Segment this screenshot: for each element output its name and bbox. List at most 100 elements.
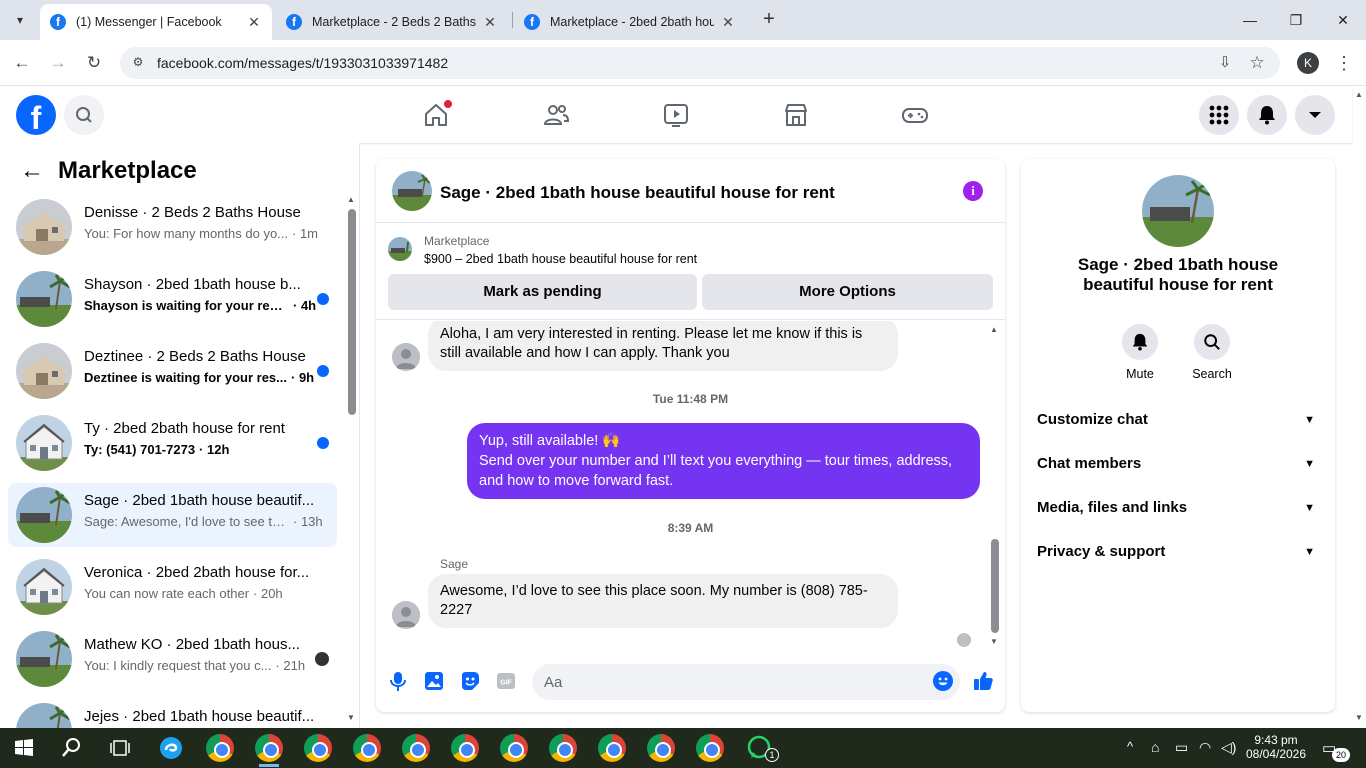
friends-icon[interactable] <box>542 101 570 129</box>
profile-avatar[interactable]: K <box>1297 52 1319 74</box>
chrome-taskbar-icon[interactable] <box>304 734 332 762</box>
listing-thumbnail[interactable] <box>388 237 412 261</box>
reload-icon[interactable]: ↻ <box>82 51 106 75</box>
chrome-taskbar-icon[interactable] <box>500 734 528 762</box>
chat-list-item[interactable]: Jejes · 2bed 1bath house beautif... <box>8 699 337 728</box>
forward-icon[interactable]: → <box>46 51 70 75</box>
mark-as-pending-button[interactable]: Mark as pending <box>388 274 697 310</box>
photo-icon[interactable] <box>423 670 445 692</box>
scroll-down-icon[interactable]: ▼ <box>990 637 998 646</box>
mute-action[interactable]: Mute <box>1112 324 1168 381</box>
microphone-icon[interactable] <box>387 670 409 692</box>
gaming-icon[interactable] <box>901 101 929 129</box>
tab-close-icon[interactable]: ✕ <box>246 14 262 31</box>
scrollbar-thumb[interactable] <box>348 209 356 415</box>
back-arrow-icon[interactable]: ← <box>20 157 44 185</box>
minimize-icon[interactable]: — <box>1238 8 1262 32</box>
scroll-down-icon[interactable]: ▼ <box>347 713 355 722</box>
bookmark-star-icon[interactable]: ☆ <box>1246 52 1268 74</box>
privacy-support-section[interactable]: Privacy & support ▼ <box>1037 534 1319 570</box>
listing-thumbnail <box>16 343 72 399</box>
listing-description[interactable]: $900 – 2bed 1bath house beautiful house … <box>424 252 697 266</box>
chrome-taskbar-icon[interactable] <box>451 734 479 762</box>
menu-button[interactable] <box>1199 95 1239 135</box>
sender-avatar[interactable] <box>392 601 420 629</box>
chrome-taskbar-icon[interactable] <box>549 734 577 762</box>
incoming-message[interactable]: Aloha, I am very interested in renting. … <box>428 321 898 371</box>
search-button[interactable] <box>64 95 104 135</box>
info-icon[interactable]: i <box>963 181 983 201</box>
chat-members-section[interactable]: Chat members ▼ <box>1037 446 1319 482</box>
notifications-button[interactable] <box>1247 95 1287 135</box>
volume-icon[interactable]: ◁) <box>1221 739 1236 756</box>
unread-dot <box>317 293 329 305</box>
svg-text:GIF: GIF <box>500 680 512 687</box>
show-hidden-icons-icon[interactable]: ^ <box>1127 739 1133 754</box>
chat-list-item[interactable]: Veronica · 2bed 2bath house for... You ca… <box>8 555 337 619</box>
back-icon[interactable]: ← <box>10 51 34 75</box>
media-files-links-section[interactable]: Media, files and links ▼ <box>1037 490 1319 526</box>
meet-now-icon[interactable]: ⌂ <box>1151 739 1159 755</box>
install-app-icon[interactable]: ⇩ <box>1214 52 1236 74</box>
chat-list-item[interactable]: Deztinee · 2 Beds 2 Baths House Deztinee … <box>8 339 337 403</box>
chat-list-item[interactable]: Shayson · 2bed 1bath house b... Shayson i… <box>8 267 337 331</box>
scrollbar-thumb[interactable] <box>991 539 999 633</box>
thumbs-up-icon[interactable] <box>972 670 994 692</box>
video-icon[interactable] <box>662 101 690 129</box>
chat-info-avatar[interactable] <box>1142 175 1214 247</box>
message-input[interactable] <box>532 664 960 700</box>
windows-start-icon[interactable] <box>10 734 38 762</box>
conversation-avatar[interactable] <box>392 171 432 211</box>
edge-browser-icon[interactable] <box>157 734 185 762</box>
new-tab-button[interactable]: + <box>758 8 780 30</box>
incoming-message[interactable]: Awesome, I’d love to see this place soon… <box>428 574 898 628</box>
tab-messenger[interactable]: f (1) Messenger | Facebook ✕ <box>40 4 272 40</box>
message-timestamp: Tue 11:48 PM <box>652 392 729 406</box>
address-bar[interactable]: ⚙ facebook.com/messages/t/19330310339714… <box>120 47 1280 79</box>
outgoing-message-line: Send over your number and I’ll text you … <box>479 453 953 489</box>
site-info-icon[interactable]: ⚙ <box>130 55 146 71</box>
customize-chat-section[interactable]: Customize chat ▼ <box>1037 402 1319 438</box>
more-options-button[interactable]: More Options <box>702 274 993 310</box>
chrome-taskbar-icon[interactable] <box>353 734 381 762</box>
marketplace-icon[interactable] <box>782 101 810 129</box>
sender-avatar[interactable] <box>392 343 420 371</box>
chrome-taskbar-icon[interactable] <box>255 734 283 762</box>
tab-marketplace-1[interactable]: f Marketplace - 2 Beds 2 Baths H ✕ <box>276 4 508 40</box>
facebook-logo-icon[interactable]: f <box>16 95 56 136</box>
listing-source: Marketplace <box>424 234 490 248</box>
chrome-taskbar-icon[interactable] <box>402 734 430 762</box>
account-button[interactable] <box>1295 95 1335 135</box>
close-window-icon[interactable]: ✕ <box>1331 8 1355 32</box>
restore-icon[interactable]: ❐ <box>1284 8 1308 32</box>
chat-list-item[interactable]: Ty · 2bed 2bath house for rent Ty: (541) … <box>8 411 337 475</box>
browser-menu-icon[interactable]: ⋮ <box>1334 51 1354 75</box>
outgoing-message[interactable]: Yup, still available! 🙌 Send over your n… <box>467 423 980 499</box>
tab-search-chevron-icon[interactable]: ▾ <box>8 8 32 32</box>
chat-list-item[interactable]: Denisse · 2 Beds 2 Baths House You: For h… <box>8 195 337 259</box>
search-action[interactable]: Search <box>1184 324 1240 381</box>
tab-close-icon[interactable]: ✕ <box>482 14 498 31</box>
tab-marketplace-2[interactable]: f Marketplace - 2bed 2bath hous ✕ <box>514 4 746 40</box>
chrome-taskbar-icon[interactable] <box>647 734 675 762</box>
tab-close-icon[interactable]: ✕ <box>720 14 736 31</box>
chrome-taskbar-icon[interactable] <box>696 734 724 762</box>
url-text[interactable]: facebook.com/messages/t/1933031033971482 <box>157 55 448 71</box>
wifi-icon[interactable]: ◠ <box>1199 739 1211 756</box>
page-scroll-down-icon[interactable]: ▼ <box>1355 713 1363 722</box>
chat-list-item[interactable]: Mathew KO · 2bed 1bath hous... You: I kin… <box>8 627 337 691</box>
battery-icon[interactable]: ▭ <box>1175 739 1188 756</box>
chat-preview-text: Deztinee is waiting for your res... <box>84 370 287 385</box>
sticker-icon[interactable] <box>459 670 481 692</box>
chat-list-item[interactable]: Sage · 2bed 1bath house beautif... Sage: … <box>8 483 337 547</box>
task-view-icon[interactable] <box>106 734 134 762</box>
clock[interactable]: 9:43 pm 08/04/2026 <box>1243 733 1309 761</box>
page-scroll-up-icon[interactable]: ▲ <box>1355 90 1363 99</box>
chrome-taskbar-icon[interactable] <box>206 734 234 762</box>
search-icon[interactable] <box>58 734 86 762</box>
emoji-icon[interactable] <box>932 670 954 692</box>
gif-icon[interactable]: GIF <box>495 670 517 692</box>
chrome-taskbar-icon[interactable] <box>598 734 626 762</box>
scroll-up-icon[interactable]: ▲ <box>347 195 355 204</box>
scroll-up-icon[interactable]: ▲ <box>990 325 998 334</box>
